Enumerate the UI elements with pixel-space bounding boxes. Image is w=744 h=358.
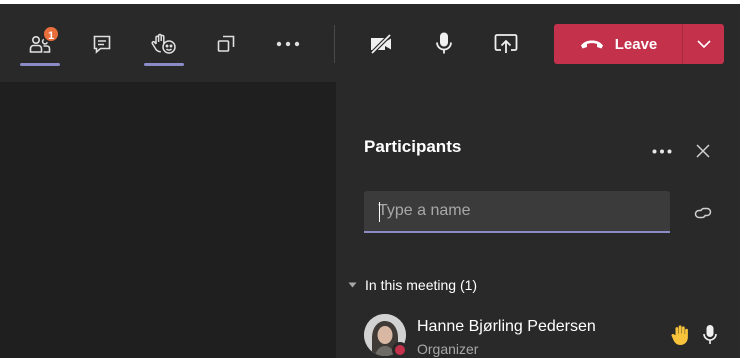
text-cursor (379, 202, 380, 222)
presence-indicator (392, 342, 408, 358)
section-label: In this meeting (1) (365, 277, 478, 293)
active-indicator (144, 63, 184, 66)
in-meeting-section-header[interactable]: In this meeting (1) (348, 277, 477, 293)
rooms-button[interactable] (206, 24, 246, 64)
chat-button[interactable] (82, 24, 122, 64)
caret-down-icon (348, 282, 357, 288)
leave-options-dropdown[interactable] (683, 24, 724, 64)
participant-search-input[interactable] (364, 191, 670, 233)
microphone-toggle-button[interactable] (424, 24, 464, 64)
notification-badge: 1 (42, 25, 60, 43)
raise-hand-icon (151, 33, 176, 54)
participant-role: Organizer (417, 341, 479, 357)
panel-more-options-button[interactable] (644, 138, 680, 164)
share-invite-link-button[interactable] (688, 200, 718, 226)
camera-toggle-button[interactable] (362, 24, 402, 64)
leave-label: Leave (614, 35, 658, 53)
participants-button[interactable]: 1 (20, 24, 60, 66)
reactions-button[interactable] (144, 24, 184, 66)
more-icon (652, 149, 672, 153)
raised-hand-icon (671, 325, 688, 345)
more-actions-button[interactable] (268, 24, 308, 64)
more-icon (276, 41, 300, 47)
leave-button[interactable]: Leave (554, 24, 682, 64)
chat-icon (93, 35, 111, 54)
participants-panel: Participants In this meet (336, 82, 740, 358)
hang-up-icon (580, 40, 603, 49)
meeting-window: 1 Leave Participants Type a name In this… (0, 4, 740, 358)
participant-name: Hanne Bjørling Pedersen (417, 318, 596, 335)
link-icon (694, 207, 712, 219)
camera-off-icon (370, 33, 392, 55)
rooms-icon (217, 35, 235, 52)
participant-row[interactable]: Hanne Bjørling Pedersen Organizer (362, 308, 740, 358)
panel-title: Participants (364, 137, 462, 156)
toolbar-divider (334, 25, 335, 63)
video-stage (0, 82, 336, 358)
microphone-icon (703, 325, 717, 344)
meeting-toolbar: 1 Leave (0, 4, 740, 82)
share-screen-button[interactable] (486, 24, 526, 64)
close-panel-button[interactable] (688, 138, 718, 164)
share-screen-icon (494, 34, 518, 53)
leave-button-group: Leave (554, 24, 724, 64)
microphone-icon (436, 32, 452, 54)
close-icon (696, 144, 710, 158)
active-indicator (20, 63, 60, 66)
chevron-down-icon (696, 40, 711, 48)
